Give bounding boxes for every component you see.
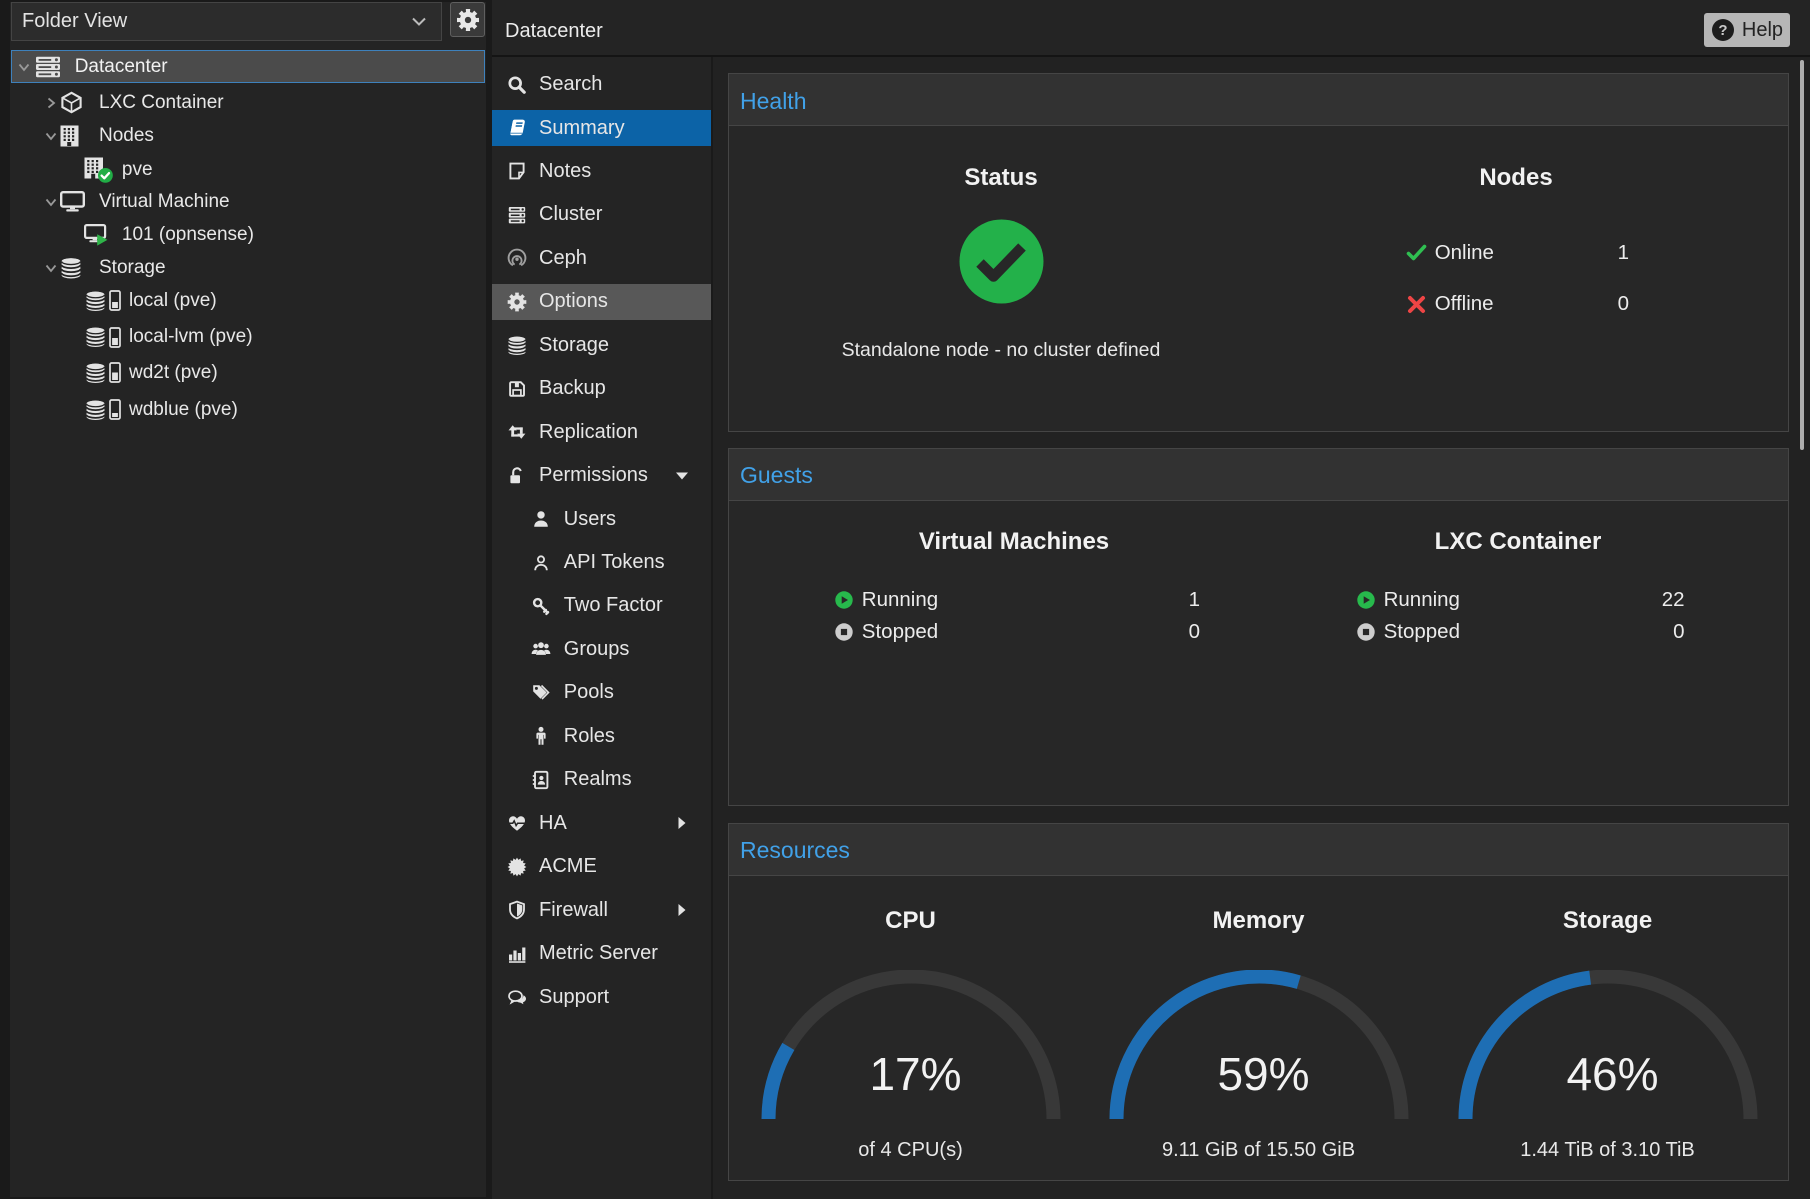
svg-text:?: ? [1718, 22, 1727, 39]
